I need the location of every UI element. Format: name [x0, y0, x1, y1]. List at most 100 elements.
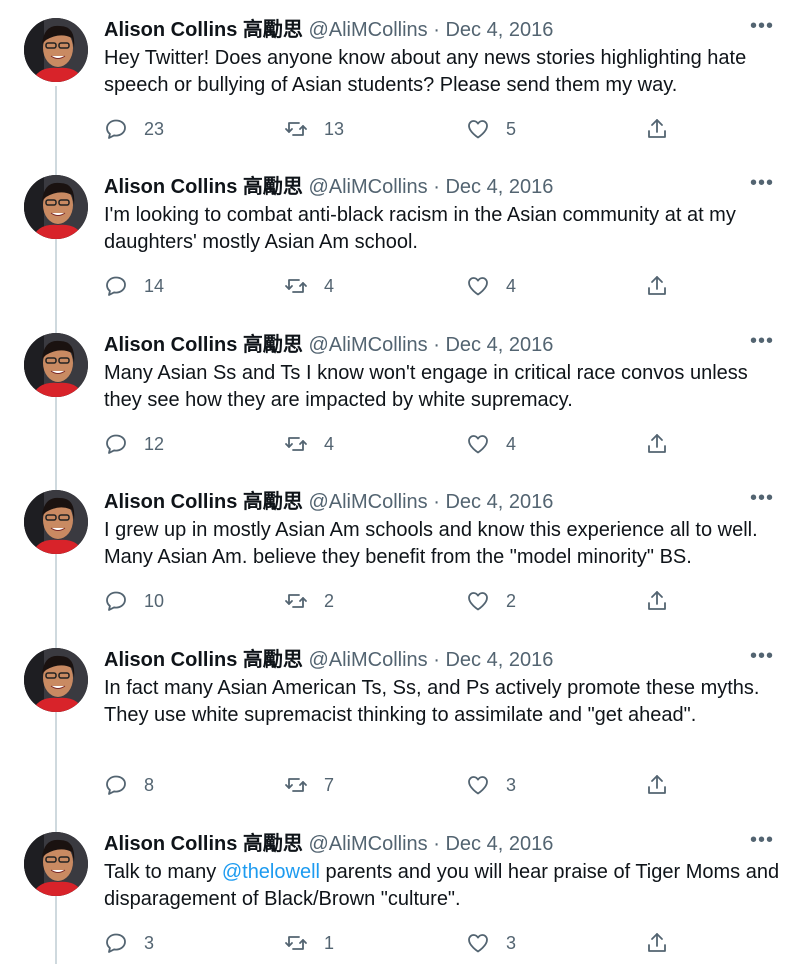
tweet-actions: 14 4 4 [104, 271, 684, 301]
retweet-icon [285, 122, 307, 136]
more-icon[interactable]: ••• [748, 16, 776, 44]
like-icon [468, 120, 488, 139]
retweet-button[interactable]: 2 [284, 586, 334, 616]
reply-button[interactable]: 8 [104, 770, 154, 800]
separator: · [427, 491, 446, 513]
like-icon [468, 435, 488, 454]
share-icon [648, 775, 666, 794]
reply-button[interactable]: 14 [104, 271, 164, 301]
avatar[interactable] [24, 175, 88, 239]
avatar[interactable] [24, 648, 88, 712]
handle[interactable]: @AliMCollins [308, 19, 427, 41]
reply-icon [106, 434, 126, 454]
tweet-header: Alison Collins 高勵思 @AliMCollins · Dec 4,… [104, 16, 780, 44]
separator: · [427, 19, 446, 41]
timestamp[interactable]: Dec 4, 2016 [445, 649, 553, 671]
avatar[interactable] [24, 490, 88, 554]
reply-button[interactable]: 3 [104, 928, 154, 958]
tweet-text-start: Talk to many [104, 861, 222, 883]
timestamp[interactable]: Dec 4, 2016 [445, 334, 553, 356]
tweet-actions: 3 1 3 [104, 928, 684, 958]
reply-button[interactable]: 23 [104, 114, 164, 144]
like-button[interactable]: 5 [466, 114, 516, 144]
share-icon [648, 276, 666, 295]
reply-button[interactable]: 10 [104, 586, 164, 616]
avatar[interactable] [24, 333, 88, 397]
display-name[interactable]: Alison Collins 高勵思 [104, 19, 303, 41]
share-button[interactable] [645, 586, 669, 616]
like-button[interactable]: 3 [466, 770, 516, 800]
avatar[interactable] [24, 832, 88, 896]
retweet-button[interactable]: 4 [284, 271, 334, 301]
retweet-icon [285, 936, 307, 950]
more-icon[interactable]: ••• [748, 830, 776, 858]
retweet-icon [285, 437, 307, 451]
tweet-text: In fact many Asian American Ts, Ss, and … [104, 677, 760, 726]
tweet-text: Many Asian Ss and Ts I know won't engage… [104, 362, 748, 411]
separator: · [427, 334, 446, 356]
timestamp[interactable]: Dec 4, 2016 [445, 491, 553, 513]
share-button[interactable] [645, 271, 669, 301]
retweet-button[interactable]: 4 [284, 429, 334, 459]
mention-link[interactable]: @thelowell [222, 861, 320, 883]
display-name[interactable]: Alison Collins 高勵思 [104, 833, 303, 855]
reply-button[interactable]: 12 [104, 429, 164, 459]
timestamp[interactable]: Dec 4, 2016 [445, 19, 553, 41]
tweet[interactable]: Alison Collins 高勵思 @AliMCollins · Dec 4,… [0, 472, 800, 630]
like-count: 4 [506, 275, 517, 296]
more-icon[interactable]: ••• [748, 331, 776, 359]
separator: · [427, 176, 446, 198]
handle[interactable]: @AliMCollins [308, 334, 427, 356]
display-name[interactable]: Alison Collins 高勵思 [104, 649, 303, 671]
avatar[interactable] [24, 18, 88, 82]
tweet[interactable]: Alison Collins 高勵思 @AliMCollins · Dec 4,… [0, 157, 800, 315]
retweet-icon [285, 778, 307, 792]
reply-icon [106, 775, 126, 795]
like-button[interactable]: 4 [466, 429, 516, 459]
display-name[interactable]: Alison Collins 高勵思 [104, 176, 303, 198]
share-button[interactable] [645, 770, 669, 800]
display-name[interactable]: Alison Collins 高勵思 [104, 334, 303, 356]
retweet-button[interactable]: 1 [284, 928, 334, 958]
tweet[interactable]: Alison Collins 高勵思 @AliMCollins · Dec 4,… [0, 315, 800, 472]
like-icon [468, 592, 488, 611]
tweet[interactable]: Alison Collins 高勵思 @AliMCollins · Dec 4,… [0, 0, 800, 157]
reply-icon [106, 119, 126, 139]
retweet-count: 4 [324, 275, 335, 296]
display-name[interactable]: Alison Collins 高勵思 [104, 491, 303, 513]
like-icon [468, 934, 488, 953]
tweet[interactable]: Alison Collins 高勵思 @AliMCollins · Dec 4,… [0, 630, 800, 814]
retweet-button[interactable]: 7 [284, 770, 334, 800]
separator: · [427, 649, 446, 671]
retweet-count: 1 [324, 932, 335, 953]
tweet-actions: 23 13 5 [104, 114, 684, 144]
reply-count: 10 [144, 590, 165, 611]
tweet-header: Alison Collins 高勵思 @AliMCollins · Dec 4,… [104, 830, 780, 858]
like-button[interactable]: 4 [466, 271, 516, 301]
tweet-actions: 12 4 4 [104, 429, 684, 459]
reply-count: 3 [144, 932, 155, 953]
like-icon [468, 776, 488, 795]
like-count: 4 [506, 433, 517, 454]
retweet-button[interactable]: 13 [284, 114, 344, 144]
handle[interactable]: @AliMCollins [308, 176, 427, 198]
more-icon[interactable]: ••• [748, 646, 776, 674]
reply-count: 8 [144, 774, 155, 795]
more-icon[interactable]: ••• [748, 173, 776, 201]
retweet-count: 2 [324, 590, 335, 611]
like-count: 3 [506, 932, 517, 953]
share-button[interactable] [645, 928, 669, 958]
handle[interactable]: @AliMCollins [308, 649, 427, 671]
like-button[interactable]: 3 [466, 928, 516, 958]
timestamp[interactable]: Dec 4, 2016 [445, 176, 553, 198]
reply-icon [106, 933, 126, 953]
handle[interactable]: @AliMCollins [308, 833, 427, 855]
tweet[interactable]: Alison Collins 高勵思 @AliMCollins · Dec 4,… [0, 814, 800, 964]
share-button[interactable] [645, 429, 669, 459]
like-button[interactable]: 2 [466, 586, 516, 616]
share-icon [648, 119, 666, 138]
handle[interactable]: @AliMCollins [308, 491, 427, 513]
timestamp[interactable]: Dec 4, 2016 [445, 833, 553, 855]
more-icon[interactable]: ••• [748, 488, 776, 516]
share-button[interactable] [645, 114, 669, 144]
